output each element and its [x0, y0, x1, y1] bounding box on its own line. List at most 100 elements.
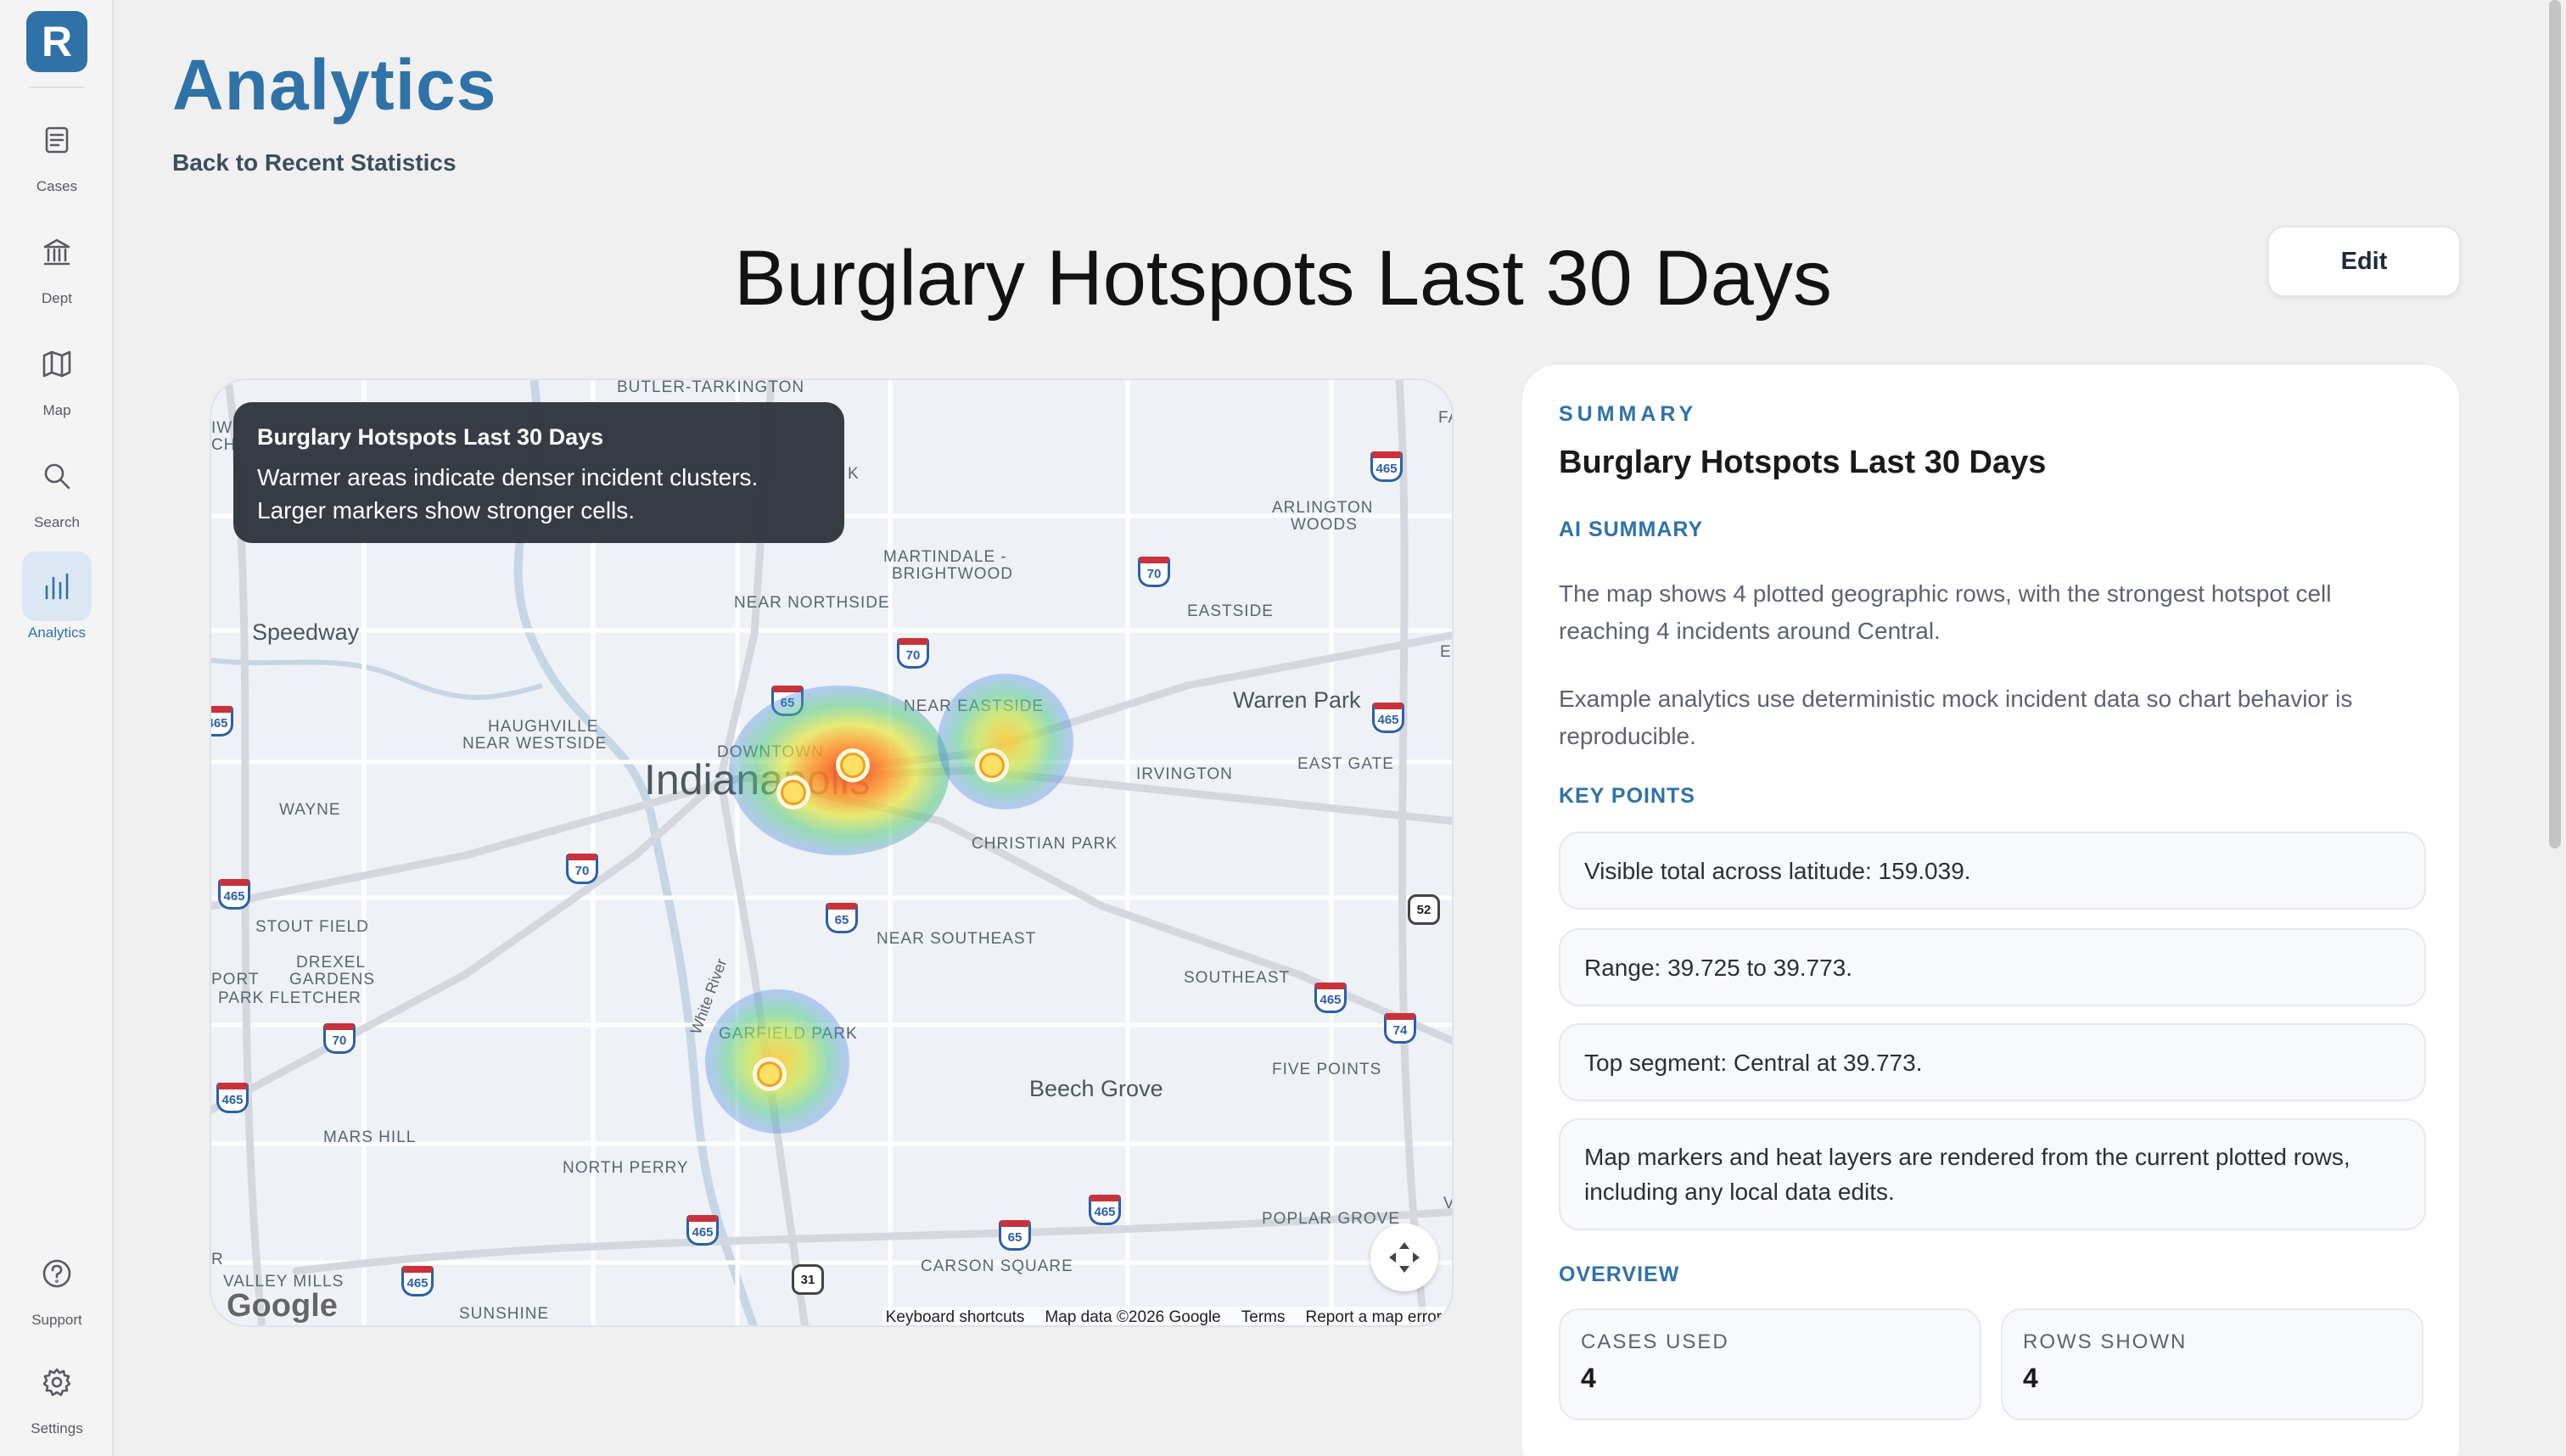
- sidebar-item-settings[interactable]: Settings: [0, 1347, 114, 1449]
- map-label: Warren Park: [1233, 687, 1361, 713]
- map-label: Speedway: [252, 619, 360, 645]
- map-label: HAUGHVILLE: [488, 718, 599, 736]
- sidebar-item-support[interactable]: Support: [0, 1239, 114, 1341]
- interstate-shield: 65: [771, 686, 804, 716]
- map-label: Beech Grove: [1029, 1076, 1163, 1101]
- interstate-shield: 465: [1314, 983, 1347, 1013]
- sidebar-item-label: Cases: [36, 178, 78, 194]
- map-label: MARTINDALE -: [883, 548, 1007, 566]
- interstate-shield: 465: [218, 879, 250, 910]
- summary-section-label: SUMMARY: [1559, 402, 1698, 426]
- move-icon: [1389, 1242, 1420, 1273]
- terms-link[interactable]: Terms: [1241, 1308, 1286, 1325]
- map-label: CARSON SQUARE: [921, 1257, 1073, 1275]
- map-label: SOUTHEAST: [1184, 969, 1291, 987]
- map-label: PORT: [211, 971, 260, 988]
- map-label: NEAR WESTSIDE: [462, 735, 608, 753]
- map-label: BRIGHTWOOD: [892, 565, 1013, 583]
- map-label: POPLAR GROVE: [1262, 1210, 1400, 1228]
- map-label: STOUT FIELD: [255, 918, 369, 936]
- edit-button[interactable]: Edit: [2267, 226, 2461, 297]
- interstate-shield: 70: [897, 638, 929, 669]
- ai-summary-label: AI SUMMARY: [1559, 518, 1704, 541]
- map-label: V: [1443, 1195, 1452, 1213]
- map-label: FA: [1438, 409, 1452, 427]
- tooltip-title: Burglary Hotspots Last 30 Days: [257, 424, 604, 450]
- stat-value: 4: [1581, 1363, 1596, 1393]
- sidebar-item-label: Map: [42, 402, 71, 418]
- document-icon: [22, 105, 92, 175]
- interstate-shield: 70: [1138, 557, 1170, 587]
- interstate-shield: 74: [1384, 1013, 1416, 1044]
- tooltip-line: Warmer areas indicate denser incident cl…: [257, 464, 759, 490]
- map-label: E: [1440, 643, 1452, 661]
- key-point: Range: 39.725 to 39.773.: [1559, 928, 2426, 1006]
- map-widget[interactable]: BUTLER-TARKINGTON IW CH FA K ARLINGTON W…: [210, 378, 1454, 1327]
- stat-card-rows-shown: ROWS SHOWN 4: [2001, 1308, 2423, 1420]
- hotspot-marker[interactable]: [836, 748, 870, 782]
- help-icon: [22, 1239, 92, 1308]
- interstate-shield: 465: [401, 1266, 434, 1296]
- ai-summary-paragraph: Example analytics use deterministic mock…: [1559, 686, 2353, 749]
- map-label: EAST GATE: [1297, 755, 1394, 773]
- sidebar: R Cases Dept Map Search Analytics Suppor…: [0, 0, 114, 1456]
- sidebar-item-cases[interactable]: Cases: [0, 105, 114, 207]
- sidebar-item-label: Analytics: [27, 624, 87, 641]
- logo-divider: [29, 87, 85, 88]
- bar-chart-icon: [22, 552, 92, 621]
- interstate-shield: 465: [1089, 1195, 1121, 1225]
- hotspot-marker[interactable]: [975, 748, 1009, 782]
- map-label: NORTH PERRY: [563, 1159, 689, 1177]
- sidebar-item-analytics[interactable]: Analytics: [0, 552, 114, 653]
- stat-value: 4: [2023, 1363, 2038, 1393]
- google-logo: Google: [227, 1288, 338, 1324]
- map-label: FIVE POINTS: [1272, 1061, 1382, 1078]
- sidebar-item-label: Settings: [31, 1420, 83, 1436]
- interstate-shield: 65: [826, 903, 858, 933]
- map-label: NEAR SOUTHEAST: [877, 930, 1037, 948]
- map-label: DREXEL: [296, 954, 367, 972]
- report-error-link[interactable]: Report a map error: [1305, 1308, 1442, 1325]
- map-label: ARLINGTON: [1272, 499, 1374, 517]
- map-attribution: Keyboard shortcuts Map data ©2026 Google…: [882, 1307, 1445, 1325]
- interstate-shield: 465: [686, 1215, 719, 1246]
- interstate-shield: 465: [211, 706, 233, 736]
- interstate-shield: 465: [1372, 703, 1404, 733]
- map-label: NEAR EASTSIDE: [904, 697, 1045, 715]
- hotspot-marker[interactable]: [776, 776, 810, 809]
- interstate-shield: 465: [216, 1083, 249, 1113]
- map-label: IW: [211, 419, 233, 437]
- map-label: SUNSHINE: [459, 1305, 550, 1323]
- stat-label: CASES USED: [1581, 1330, 1729, 1353]
- key-points-label: KEY POINTS: [1559, 784, 1695, 808]
- map-label: EASTSIDE: [1187, 602, 1274, 620]
- map-label: GARDENS: [289, 971, 375, 988]
- stat-label: ROWS SHOWN: [2023, 1330, 2188, 1353]
- sidebar-item-label: Support: [31, 1312, 82, 1328]
- tooltip-line: Larger markers show stronger cells.: [257, 497, 636, 524]
- interstate-shield: 465: [1370, 451, 1403, 482]
- map-label: IRVINGTON: [1136, 765, 1233, 783]
- overview-label: OVERVIEW: [1559, 1263, 1680, 1286]
- interstate-shield: 65: [999, 1220, 1031, 1251]
- summary-panel: SUMMARY Burglary Hotspots Last 30 Days A…: [1521, 363, 2461, 1456]
- fullscreen-button[interactable]: [1370, 1224, 1438, 1291]
- stat-card-cases-used: CASES USED 4: [1559, 1308, 1981, 1420]
- keyboard-shortcuts-link[interactable]: Keyboard shortcuts: [886, 1308, 1025, 1325]
- gear-icon: [22, 1347, 92, 1417]
- map-label: MARS HILL: [323, 1128, 417, 1146]
- sidebar-item-search[interactable]: Search: [0, 441, 114, 543]
- map-label: WOODS: [1291, 516, 1358, 534]
- key-point: Visible total across latitude: 159.039.: [1559, 832, 2426, 910]
- hotspot-marker[interactable]: [753, 1057, 787, 1091]
- search-icon: [22, 441, 92, 511]
- report-title: Burglary Hotspots Last 30 Days: [734, 235, 1832, 322]
- map-label: PARK FLETCHER: [218, 989, 361, 1007]
- summary-title: Burglary Hotspots Last 30 Days: [1559, 445, 2047, 480]
- app-logo[interactable]: R: [26, 11, 87, 72]
- map-icon: [22, 329, 92, 399]
- sidebar-item-map[interactable]: Map: [0, 329, 114, 431]
- map-label: R: [211, 1251, 224, 1268]
- page-scrollbar[interactable]: [2549, 0, 2561, 848]
- back-link[interactable]: Back to Recent Statistics: [172, 149, 457, 176]
